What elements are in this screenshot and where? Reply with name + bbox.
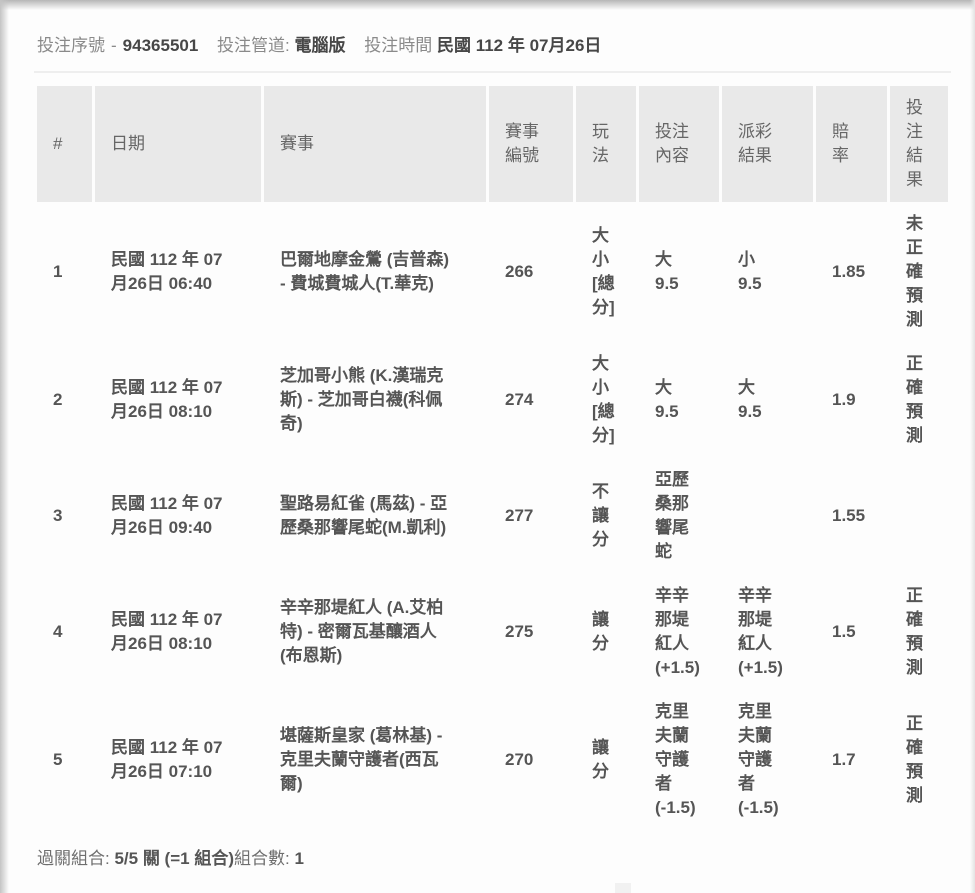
cell-event: 辛辛那堤紅人 (A.艾柏 特) - 密爾瓦基釀酒人 (布恩斯) — [264, 574, 486, 690]
cell-index: 1 — [37, 202, 92, 342]
left-edge-shadow — [0, 0, 9, 893]
cell-date: 民國 112 年 07 月26日 06:40 — [95, 202, 261, 342]
table-row: 3 民國 112 年 07 月26日 09:40 聖路易紅雀 (馬茲) - 亞 … — [37, 458, 948, 574]
cell-event-no: 270 — [489, 690, 573, 830]
cell-payout-result: 小 9.5 — [722, 202, 813, 342]
cell-event: 巴爾地摩金鶯 (吉普森) - 費城費城人(T.華克) — [264, 202, 486, 342]
bet-time-value: 民國 112 年 07月26日 — [437, 36, 601, 55]
cell-index: 2 — [37, 342, 92, 458]
column-header-index: # — [37, 86, 92, 202]
column-header-date: 日期 — [95, 86, 261, 202]
cell-play-type: 大 小 [總 分] — [576, 342, 636, 458]
right-edge-shadow — [970, 0, 975, 893]
cell-date: 民國 112 年 07 月26日 08:10 — [95, 574, 261, 690]
cell-bet-outcome: 未 正 確 預 測 — [890, 202, 948, 342]
cell-payout-result: 辛辛 那堤 紅人 (+1.5) — [722, 574, 813, 690]
cell-bet-content: 大 9.5 — [639, 202, 719, 342]
cell-date: 民國 112 年 07 月26日 09:40 — [95, 458, 261, 574]
cell-index: 4 — [37, 574, 92, 690]
partial-element-cutoff — [615, 883, 631, 893]
bet-channel-label: 投注管道: — [217, 36, 290, 55]
column-header-bet-content: 投注 內容 — [639, 86, 719, 202]
cell-event-no: 277 — [489, 458, 573, 574]
table-row: 5 民國 112 年 07 月26日 07:10 堪薩斯皇家 (葛林基) - 克… — [37, 690, 948, 830]
bet-time-label: 投注時間 — [364, 36, 432, 55]
cell-play-type: 讓 分 — [576, 690, 636, 830]
cell-play-type: 不 讓 分 — [576, 458, 636, 574]
column-header-bet-outcome: 投 注 結 果 — [890, 86, 948, 202]
cell-bet-outcome: 正 確 預 測 — [890, 342, 948, 458]
column-header-event: 賽事 — [264, 86, 486, 202]
cell-bet-outcome: 正 確 預 測 — [890, 574, 948, 690]
parlay-value: 5/5 關 (=1 組合) — [114, 849, 234, 868]
parlay-summary: 過關組合: 5/5 關 (=1 組合)組合數: 1 — [37, 844, 975, 869]
cell-event: 聖路易紅雀 (馬茲) - 亞 歷桑那響尾蛇(M.凱利) — [264, 458, 486, 574]
table-row: 2 民國 112 年 07 月26日 08:10 芝加哥小熊 (K.漢瑞克 斯)… — [37, 342, 948, 458]
bet-serial-label: 投注序號 — [37, 36, 105, 55]
combo-count-label: 組合數: — [234, 849, 290, 868]
bet-summary-bar: 投注序號-94365501 投注管道: 電腦版 投注時間 民國 112 年 07… — [0, 0, 975, 56]
cell-bet-content: 克里 夫蘭 守護 者 (-1.5) — [639, 690, 719, 830]
bet-serial-separator: - — [111, 36, 117, 55]
cell-payout-result — [722, 458, 813, 574]
cell-event: 堪薩斯皇家 (葛林基) - 克里夫蘭守護者(西瓦 爾) — [264, 690, 486, 830]
cell-event: 芝加哥小熊 (K.漢瑞克 斯) - 芝加哥白襪(科佩 奇) — [264, 342, 486, 458]
column-header-play-type: 玩 法 — [576, 86, 636, 202]
cell-date: 民國 112 年 07 月26日 08:10 — [95, 342, 261, 458]
bet-time: 投注時間 民國 112 年 07月26日 — [364, 36, 601, 55]
cell-payout-result: 大 9.5 — [722, 342, 813, 458]
bet-details-table: # 日期 賽事 賽事 編號 玩 法 投注 內容 派彩 結果 賠 率 投 注 結 … — [34, 86, 951, 830]
column-header-odds: 賠 率 — [816, 86, 887, 202]
cell-odds: 1.55 — [816, 458, 887, 574]
cell-event-no: 274 — [489, 342, 573, 458]
column-header-event-no: 賽事 編號 — [489, 86, 573, 202]
bet-serial-value: 94365501 — [123, 36, 199, 55]
bet-serial: 投注序號-94365501 — [37, 36, 198, 55]
cell-bet-content: 亞歷 桑那 響尾 蛇 — [639, 458, 719, 574]
cell-event-no: 266 — [489, 202, 573, 342]
bet-channel: 投注管道: 電腦版 — [217, 36, 345, 55]
table-header-row: # 日期 賽事 賽事 編號 玩 法 投注 內容 派彩 結果 賠 率 投 注 結 … — [37, 86, 948, 202]
table-row: 1 民國 112 年 07 月26日 06:40 巴爾地摩金鶯 (吉普森) - … — [37, 202, 948, 342]
cell-bet-content: 大 9.5 — [639, 342, 719, 458]
cell-play-type: 大 小 [總 分] — [576, 202, 636, 342]
header-divider — [34, 71, 951, 73]
cell-date: 民國 112 年 07 月26日 07:10 — [95, 690, 261, 830]
column-header-payout-result: 派彩 結果 — [722, 86, 813, 202]
cell-bet-content: 辛辛 那堤 紅人 (+1.5) — [639, 574, 719, 690]
cell-odds: 1.85 — [816, 202, 887, 342]
table-row: 4 民國 112 年 07 月26日 08:10 辛辛那堤紅人 (A.艾柏 特)… — [37, 574, 948, 690]
cell-odds: 1.9 — [816, 342, 887, 458]
bet-channel-value: 電腦版 — [295, 36, 346, 55]
parlay-label: 過關組合: — [37, 849, 110, 868]
combo-count-value: 1 — [294, 849, 303, 868]
cell-index: 5 — [37, 690, 92, 830]
cell-odds: 1.5 — [816, 574, 887, 690]
cell-bet-outcome — [890, 458, 948, 574]
cell-index: 3 — [37, 458, 92, 574]
cell-payout-result: 克里 夫蘭 守護 者 (-1.5) — [722, 690, 813, 830]
cell-play-type: 讓 分 — [576, 574, 636, 690]
cell-bet-outcome: 正 確 預 測 — [890, 690, 948, 830]
cell-event-no: 275 — [489, 574, 573, 690]
cell-odds: 1.7 — [816, 690, 887, 830]
